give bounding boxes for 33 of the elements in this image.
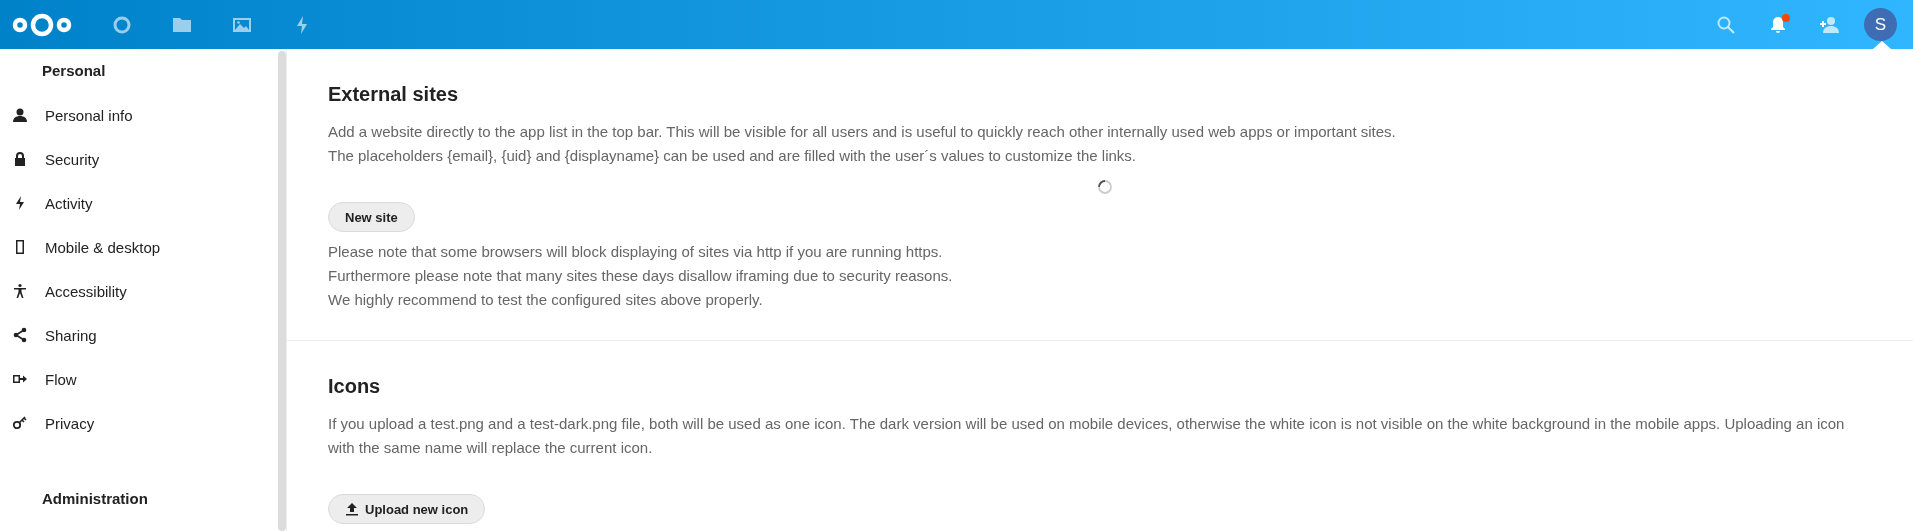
sidebar-item[interactable]: Accessibility [0,269,272,313]
sidebar-item[interactable]: Flow [0,357,272,401]
sidebar-item-icon [12,327,28,343]
sidebar-item[interactable]: Activity [0,181,272,225]
sidebar-item[interactable]: Mobile & desktop [0,225,272,269]
bell-icon[interactable] [1768,14,1788,35]
search-icon[interactable] [1716,14,1736,35]
note-text: Please note that some browsers will block displaying of sites via http if you are running https. [328,242,943,262]
contacts-icon[interactable] [1820,14,1840,35]
user-avatar[interactable]: S [1864,8,1897,41]
sidebar-item-icon [12,151,28,167]
sidebar-heading: Administration [41,489,149,509]
section-description: If you upload a test.png and a test-dark.png file, both will be used as one icon. The dark version will be used on mobile devices, otherwise the white icon is not visible on the white background in the mobile apps. Uploading an icon with the same name will replace the current icon. [328,414,1846,458]
section-title: External sites [328,83,460,106]
sidebar-item-icon [12,283,28,299]
sidebar-item[interactable]: Privacy [0,401,272,445]
section-description: Add a website directly to the app list in the top bar. This will be visible for all users and is useful to quickly reach other internally used web apps or important sites. [328,122,1396,142]
sidebar-item[interactable]: Personal info [0,93,272,137]
scrollbar[interactable] [278,51,286,531]
menu-pointer [1873,41,1891,49]
sidebar-heading: Personal [41,61,107,81]
note-text: Furthermore please note that many sites these days disallow iframing due to security reasons. [328,266,953,286]
sidebar-item-icon [12,415,28,431]
sidebar-item[interactable]: Security [0,137,272,181]
sidebar-item-icon [12,107,28,123]
dashboard-icon[interactable] [112,14,132,35]
sidebar-item[interactable]: Sharing [0,313,272,357]
section-title: Icons [328,375,382,398]
note-text: We highly recommend to test the configured sites above properly. [328,290,763,310]
section-description: The placeholders {email}, {uid} and {displayname} can be used and are filled with the user´s values to customize the links. [328,146,1136,166]
new-site-button[interactable]: New site [328,202,415,232]
upload-icon [345,502,359,516]
upload-button[interactable]: Upload new icon [328,494,486,524]
